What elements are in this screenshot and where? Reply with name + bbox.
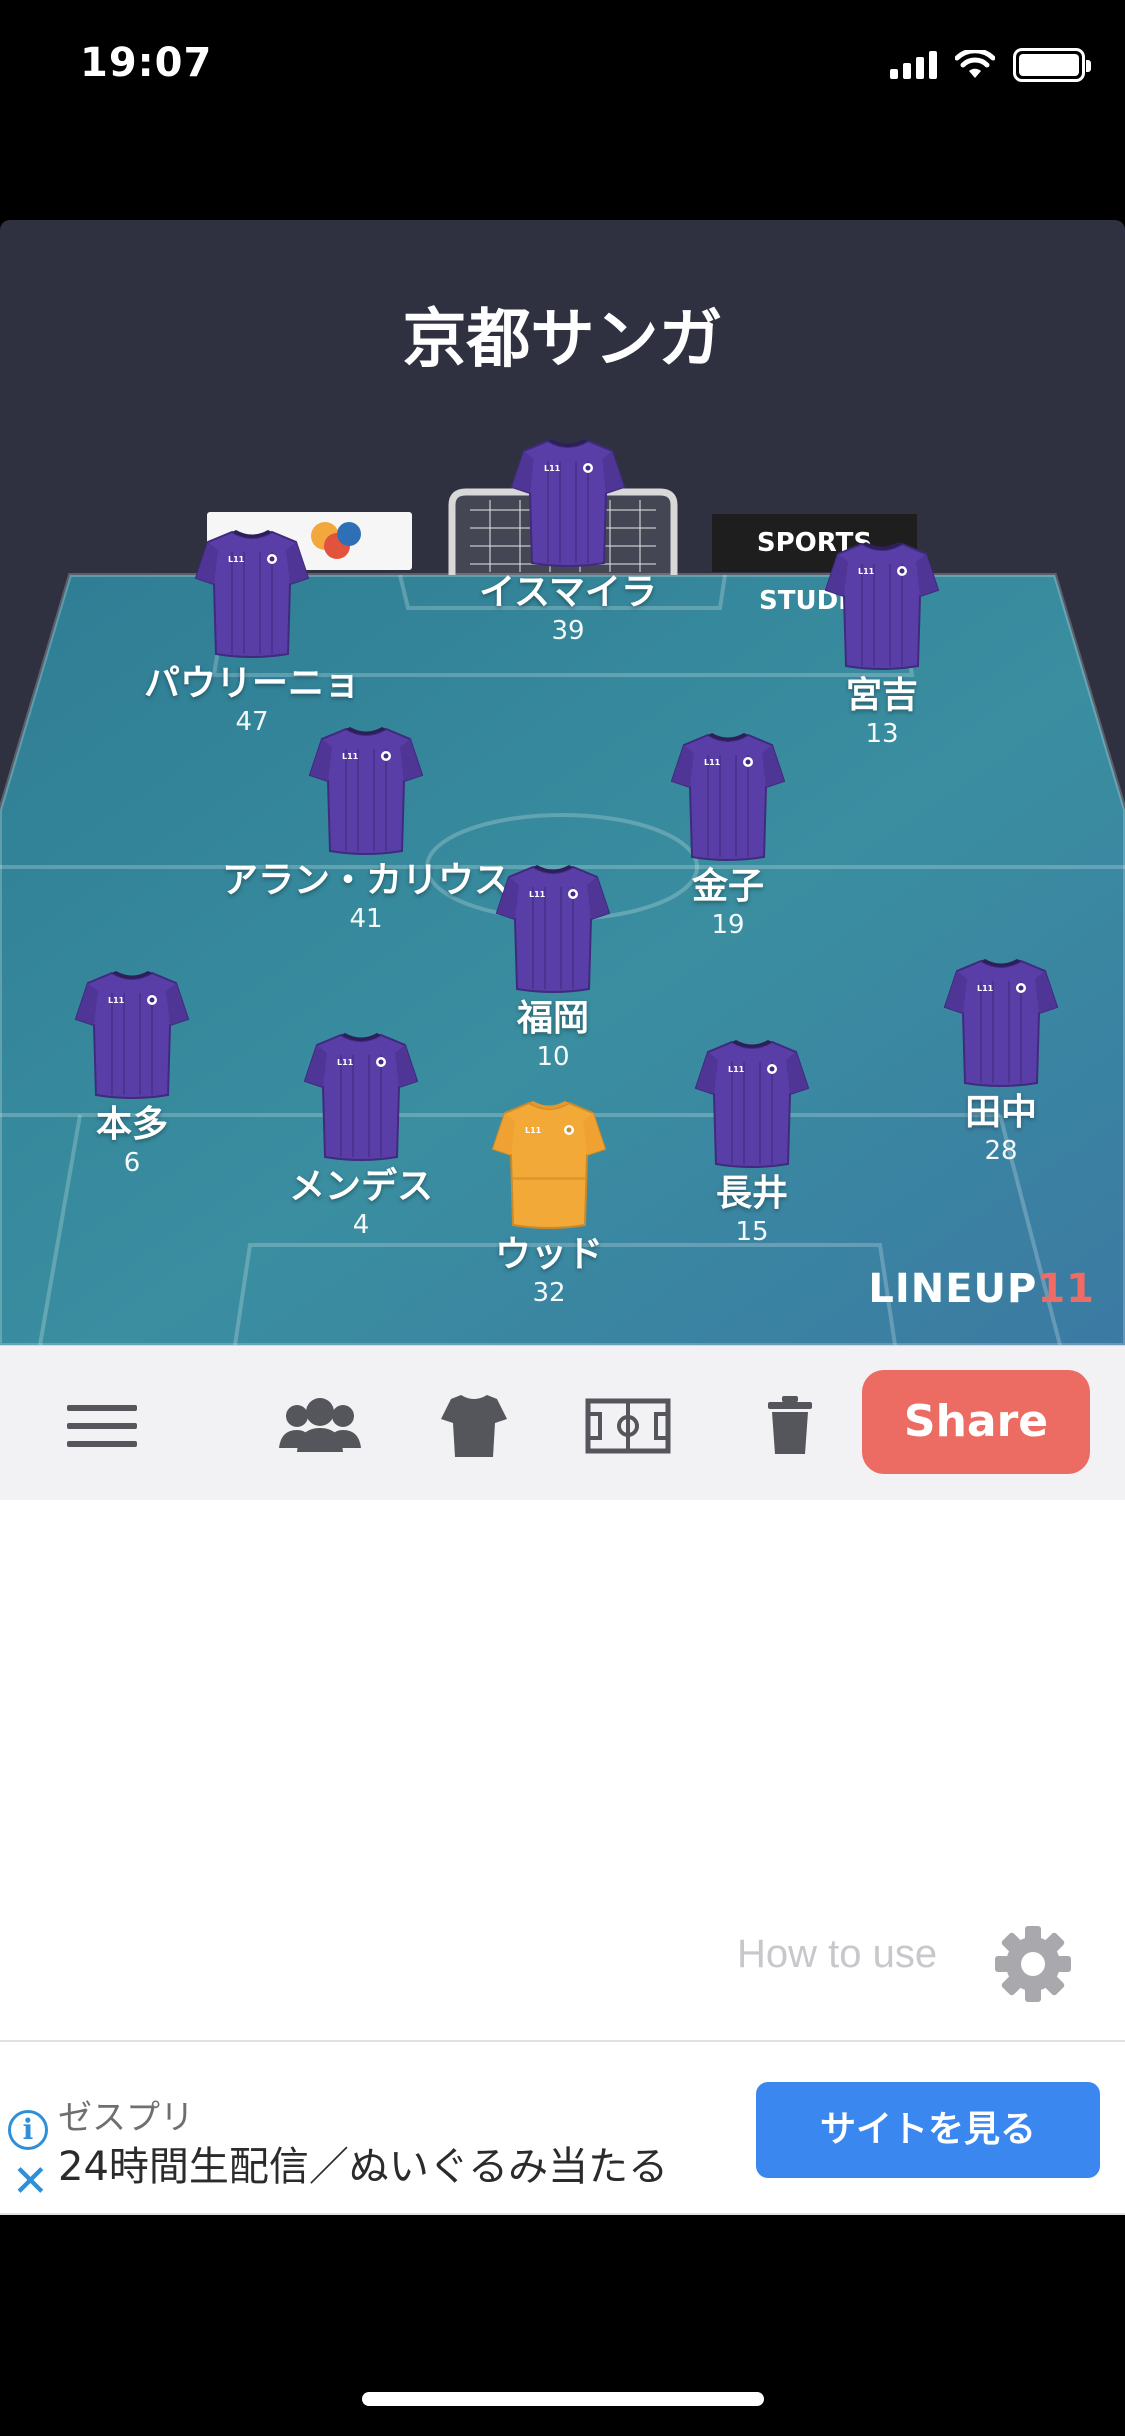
jersey-icon: L11 [824,542,940,670]
brand-accent: 11 [1037,1266,1095,1312]
players-button[interactable] [270,1376,370,1476]
svg-text:L11: L11 [977,984,994,993]
status-bar: 19:07 [0,0,1125,135]
svg-text:L11: L11 [337,1058,354,1067]
jersey-icon: L11 [491,1101,607,1229]
player-card[interactable]: L11 パウリーニョ 47 [102,526,402,738]
field-button[interactable] [578,1376,678,1476]
ad-text: 24時間生配信／ぬいぐるみ当たる [58,2144,669,2190]
player-name: ウッド [494,1234,603,1275]
jersey-icon: L11 [308,727,424,855]
svg-text:L11: L11 [525,1126,542,1135]
lineup11-logo: LINEUP11 [868,1266,1095,1312]
menu-button[interactable] [52,1376,152,1476]
hamburger-icon [67,1405,137,1447]
jersey-icon: L11 [670,733,786,861]
svg-text:L11: L11 [728,1065,745,1074]
trash-icon [768,1396,812,1454]
ad-sponsor: ゼスプリ [58,2098,194,2138]
ad-close-icon[interactable]: ✕ [12,2160,49,2204]
svg-text:L11: L11 [342,752,359,761]
status-icons [890,48,1091,82]
jersey-icon: L11 [694,1040,810,1168]
delete-button[interactable] [740,1376,840,1476]
jersey-icon: L11 [194,530,310,658]
share-button[interactable]: Share [862,1370,1090,1474]
jersey-icon: L11 [74,971,190,1099]
svg-text:L11: L11 [544,464,561,473]
jersey-icon: L11 [943,959,1059,1087]
ad-cta-button[interactable]: サイトを見る [756,2082,1100,2178]
player-name: 宮吉 [845,675,918,716]
svg-text:L11: L11 [529,890,546,899]
brand-main: LINEUP [868,1266,1038,1312]
gear-icon[interactable] [993,1924,1073,2004]
ad-banner[interactable]: i ✕ ゼスプリ 24時間生配信／ぬいぐるみ当たる サイトを見る [0,2040,1125,2215]
kit-button[interactable] [424,1376,524,1476]
team-name[interactable]: 京都サンガ [0,288,1125,380]
group-icon [279,1398,361,1452]
status-time: 19:07 [80,40,213,86]
player-number: 32 [532,1278,566,1308]
wifi-icon [955,50,995,78]
toolbar: Share [0,1345,1125,1500]
home-indicator [362,2392,764,2406]
cellular-signal-icon [890,51,937,79]
jersey-icon: L11 [495,865,611,993]
battery-icon [1013,48,1091,82]
svg-text:L11: L11 [858,567,875,576]
player-name: パウリーニョ [143,663,360,704]
svg-text:L11: L11 [704,758,721,767]
how-to-use-link[interactable]: How to use [737,1932,937,1977]
content-area: How to use [0,1500,1125,2040]
field-icon [585,1398,671,1454]
player-card[interactable]: L11 ウッド 32 [399,1097,699,1309]
ad-info-icon[interactable]: i [8,2110,48,2150]
lineup-pitch: SPORTS STUDIO 京都サンガ L11 イスマイラ 39 L11 パウリーニョ 4… [0,220,1125,1345]
jersey-icon: L11 [510,439,626,567]
player-card[interactable]: L11 宮吉 13 [732,538,1032,750]
player-name: イスマイラ [479,572,657,613]
jersey-icon [441,1395,507,1457]
player-number: 39 [551,616,585,646]
svg-text:L11: L11 [228,555,245,564]
player-card[interactable]: L11 イスマイラ 39 [418,435,718,647]
svg-text:L11: L11 [108,996,125,1005]
